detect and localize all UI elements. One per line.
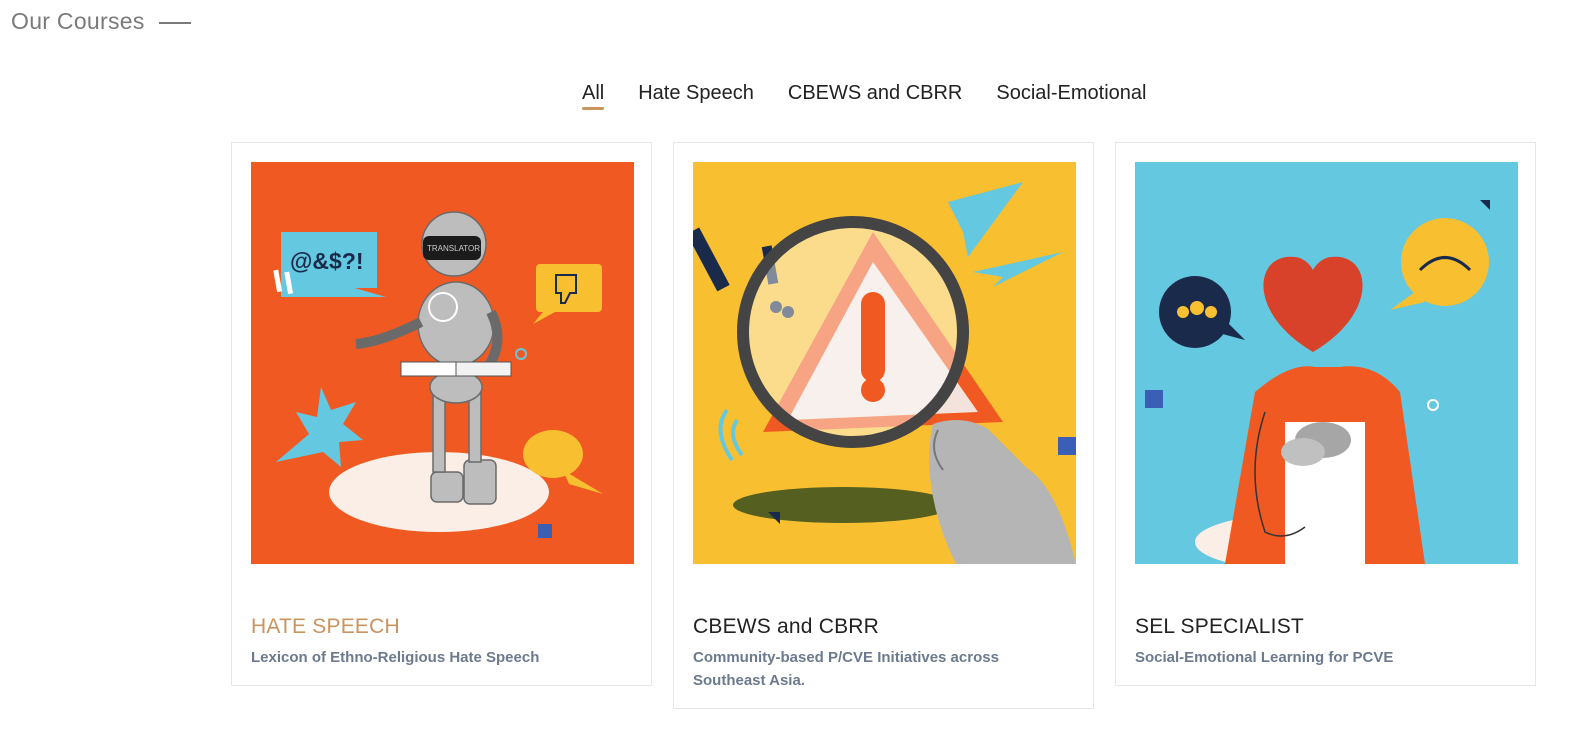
course-title[interactable]: SEL SPECIALIST (1135, 615, 1304, 639)
course-card-cbews-and-cbrr[interactable]: CBEWS and CBRR Community-based P/CVE Ini… (673, 142, 1094, 709)
course-card-sel-specialist[interactable]: SEL SPECIALIST Social-Emotional Learning… (1115, 142, 1536, 686)
course-image-cbews-and-cbrr[interactable] (693, 162, 1076, 564)
course-description: Social-Emotional Learning for PCVE (1135, 649, 1394, 666)
course-image-hate-speech[interactable]: @&$?! TRANSLATOR (251, 162, 634, 564)
tab-all[interactable]: All (582, 80, 605, 110)
tab-hate-speech[interactable]: Hate Speech (638, 80, 754, 106)
tab-cbews-and-cbrr[interactable]: CBEWS and CBRR (788, 80, 963, 106)
title-dash-decoration (158, 21, 191, 24)
section-title-text: Our Courses (11, 8, 145, 34)
course-image-sel-specialist[interactable] (1135, 162, 1518, 564)
tab-social-emotional[interactable]: Social-Emotional (996, 80, 1146, 106)
course-description: Community-based P/CVE Initiatives across… (693, 649, 999, 689)
course-title[interactable]: HATE SPEECH (251, 615, 400, 639)
robot-translator-illustration-icon: @&$?! TRANSLATOR (251, 162, 634, 564)
course-title[interactable]: CBEWS and CBRR (693, 615, 879, 639)
course-filter-tabs: All Hate Speech CBEWS and CBRR Social-Em… (582, 80, 1180, 110)
robot-visor-text: TRANSLATOR (427, 244, 480, 253)
heart-person-illustration-icon (1135, 162, 1518, 564)
magnifying-glass-warning-illustration-icon (693, 162, 1076, 564)
speech-bubble-text: @&$?! (290, 248, 364, 274)
course-description: Lexicon of Ethno-Religious Hate Speech (251, 649, 540, 666)
course-card-hate-speech[interactable]: @&$?! TRANSLATOR HATE SPEECH Lexicon of … (231, 142, 652, 686)
section-title: Our Courses (11, 8, 191, 35)
